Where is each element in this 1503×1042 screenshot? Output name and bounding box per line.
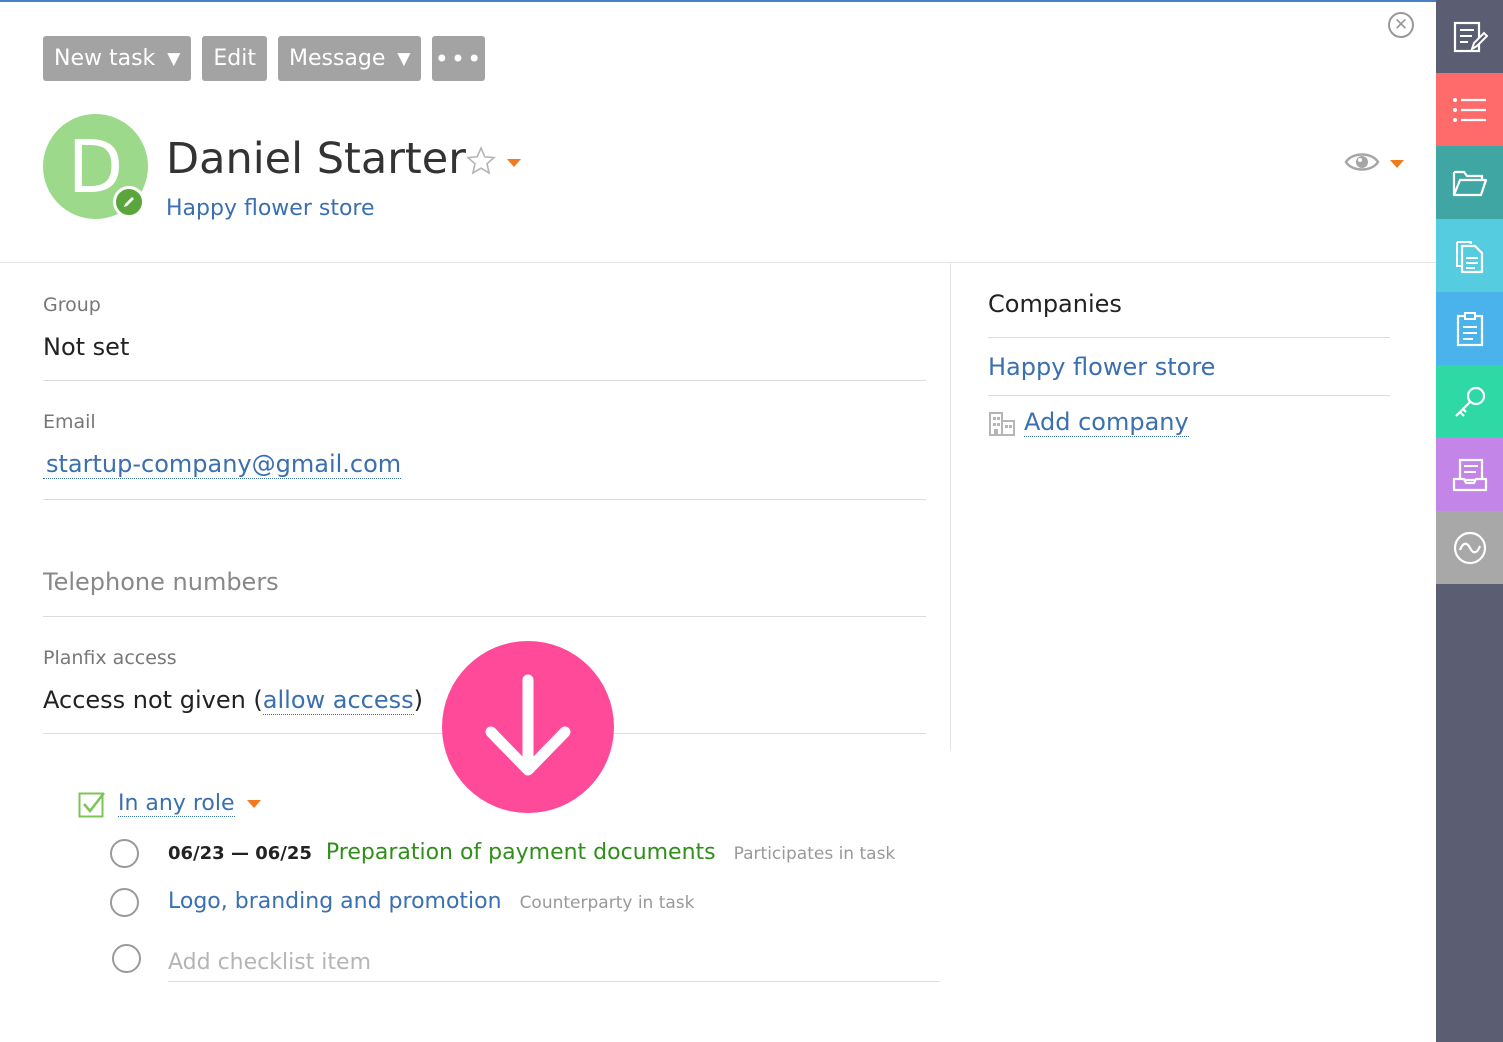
task-role: Counterparty in task bbox=[519, 893, 695, 913]
telephone-numbers-field[interactable]: Telephone numbers bbox=[43, 568, 279, 596]
message-label: Message bbox=[288, 46, 386, 71]
task-link[interactable]: Preparation of payment documents bbox=[326, 840, 716, 865]
chevron-down-icon: ▼ bbox=[167, 48, 181, 69]
contact-name: Daniel Starter bbox=[166, 134, 466, 184]
companies-title: Companies bbox=[988, 290, 1122, 318]
add-company-button[interactable]: Add company bbox=[988, 408, 1189, 437]
column-divider bbox=[950, 263, 951, 750]
sidebar-item-key[interactable] bbox=[1436, 365, 1503, 438]
clipboard-icon bbox=[1456, 311, 1483, 346]
edit-button[interactable]: Edit bbox=[202, 36, 267, 81]
more-button[interactable]: ••• bbox=[432, 36, 486, 81]
access-suffix: ) bbox=[413, 686, 424, 714]
pencil-icon bbox=[124, 197, 134, 207]
sidebar-item-activity[interactable] bbox=[1436, 511, 1503, 584]
company-link[interactable]: Happy flower store bbox=[988, 353, 1215, 381]
task-complete-toggle[interactable] bbox=[110, 888, 139, 917]
new-task-button[interactable]: New task ▼ bbox=[43, 36, 192, 81]
access-status-text: Access not given ( bbox=[43, 686, 263, 714]
toolbar: New task ▼ Edit Message ▼ ••• bbox=[43, 36, 486, 81]
sidebar-item-edit[interactable] bbox=[1436, 0, 1503, 73]
download-button[interactable] bbox=[442, 641, 614, 813]
role-filter[interactable]: In any role bbox=[78, 790, 261, 818]
building-icon bbox=[989, 411, 1015, 436]
star-icon[interactable] bbox=[466, 145, 496, 180]
list-icon bbox=[1452, 97, 1486, 122]
eye-icon[interactable] bbox=[1344, 149, 1380, 179]
divider bbox=[988, 337, 1390, 338]
name-menu-chevron-icon[interactable] bbox=[507, 159, 521, 167]
close-icon[interactable]: ✕ bbox=[1388, 12, 1414, 38]
edit-note-icon bbox=[1453, 21, 1488, 52]
email-link[interactable]: startup-company@gmail.com bbox=[43, 450, 402, 479]
message-button[interactable]: Message ▼ bbox=[277, 36, 422, 81]
new-task-label: New task bbox=[54, 46, 156, 71]
key-icon bbox=[1454, 386, 1485, 417]
planfix-access-label: Planfix access bbox=[43, 647, 177, 669]
sidebar bbox=[1436, 0, 1503, 1042]
add-company-label: Add company bbox=[1024, 408, 1189, 437]
allow-access-link[interactable]: allow access bbox=[262, 686, 414, 715]
task-role: Participates in task bbox=[733, 844, 896, 864]
divider bbox=[43, 616, 926, 617]
sidebar-item-list[interactable] bbox=[1436, 73, 1503, 146]
chevron-down-icon bbox=[246, 800, 261, 808]
task-date: 06/23 — 06/25 bbox=[168, 843, 312, 864]
email-label: Email bbox=[43, 411, 96, 433]
chevron-down-icon: ▼ bbox=[397, 48, 411, 69]
add-checklist-item-input[interactable] bbox=[168, 944, 939, 982]
checkbox-checked-icon bbox=[78, 792, 105, 818]
role-filter-label: In any role bbox=[118, 791, 235, 817]
edit-avatar-button[interactable] bbox=[113, 186, 145, 218]
top-accent-line bbox=[0, 0, 1436, 2]
contact-company-link[interactable]: Happy flower store bbox=[166, 196, 375, 221]
group-value[interactable]: Not set bbox=[43, 333, 129, 361]
group-label: Group bbox=[43, 294, 101, 316]
edit-label: Edit bbox=[213, 46, 256, 71]
divider bbox=[988, 395, 1390, 396]
sidebar-item-inbox[interactable] bbox=[1436, 438, 1503, 511]
sidebar-item-folder[interactable] bbox=[1436, 146, 1503, 219]
sidebar-item-clipboard[interactable] bbox=[1436, 292, 1503, 365]
checklist-item-toggle[interactable] bbox=[112, 944, 141, 973]
arrow-down-icon bbox=[485, 674, 571, 776]
task-row: 06/23 — 06/25 Preparation of payment doc… bbox=[168, 840, 895, 865]
task-complete-toggle[interactable] bbox=[110, 839, 139, 868]
divider bbox=[43, 499, 926, 500]
header-divider bbox=[0, 262, 1436, 263]
sidebar-item-documents[interactable] bbox=[1436, 219, 1503, 292]
planfix-access-value: Access not given (allow access) bbox=[43, 686, 424, 715]
inbox-icon bbox=[1452, 458, 1487, 491]
email-field: startup-company@gmail.com bbox=[43, 450, 402, 479]
eye-menu-chevron-icon[interactable] bbox=[1390, 160, 1404, 168]
activity-icon bbox=[1453, 531, 1486, 564]
documents-icon bbox=[1455, 240, 1483, 273]
folder-icon bbox=[1452, 170, 1487, 196]
task-row: Logo, branding and promotion Counterpart… bbox=[168, 889, 695, 914]
divider bbox=[43, 380, 926, 381]
task-link[interactable]: Logo, branding and promotion bbox=[168, 889, 502, 914]
